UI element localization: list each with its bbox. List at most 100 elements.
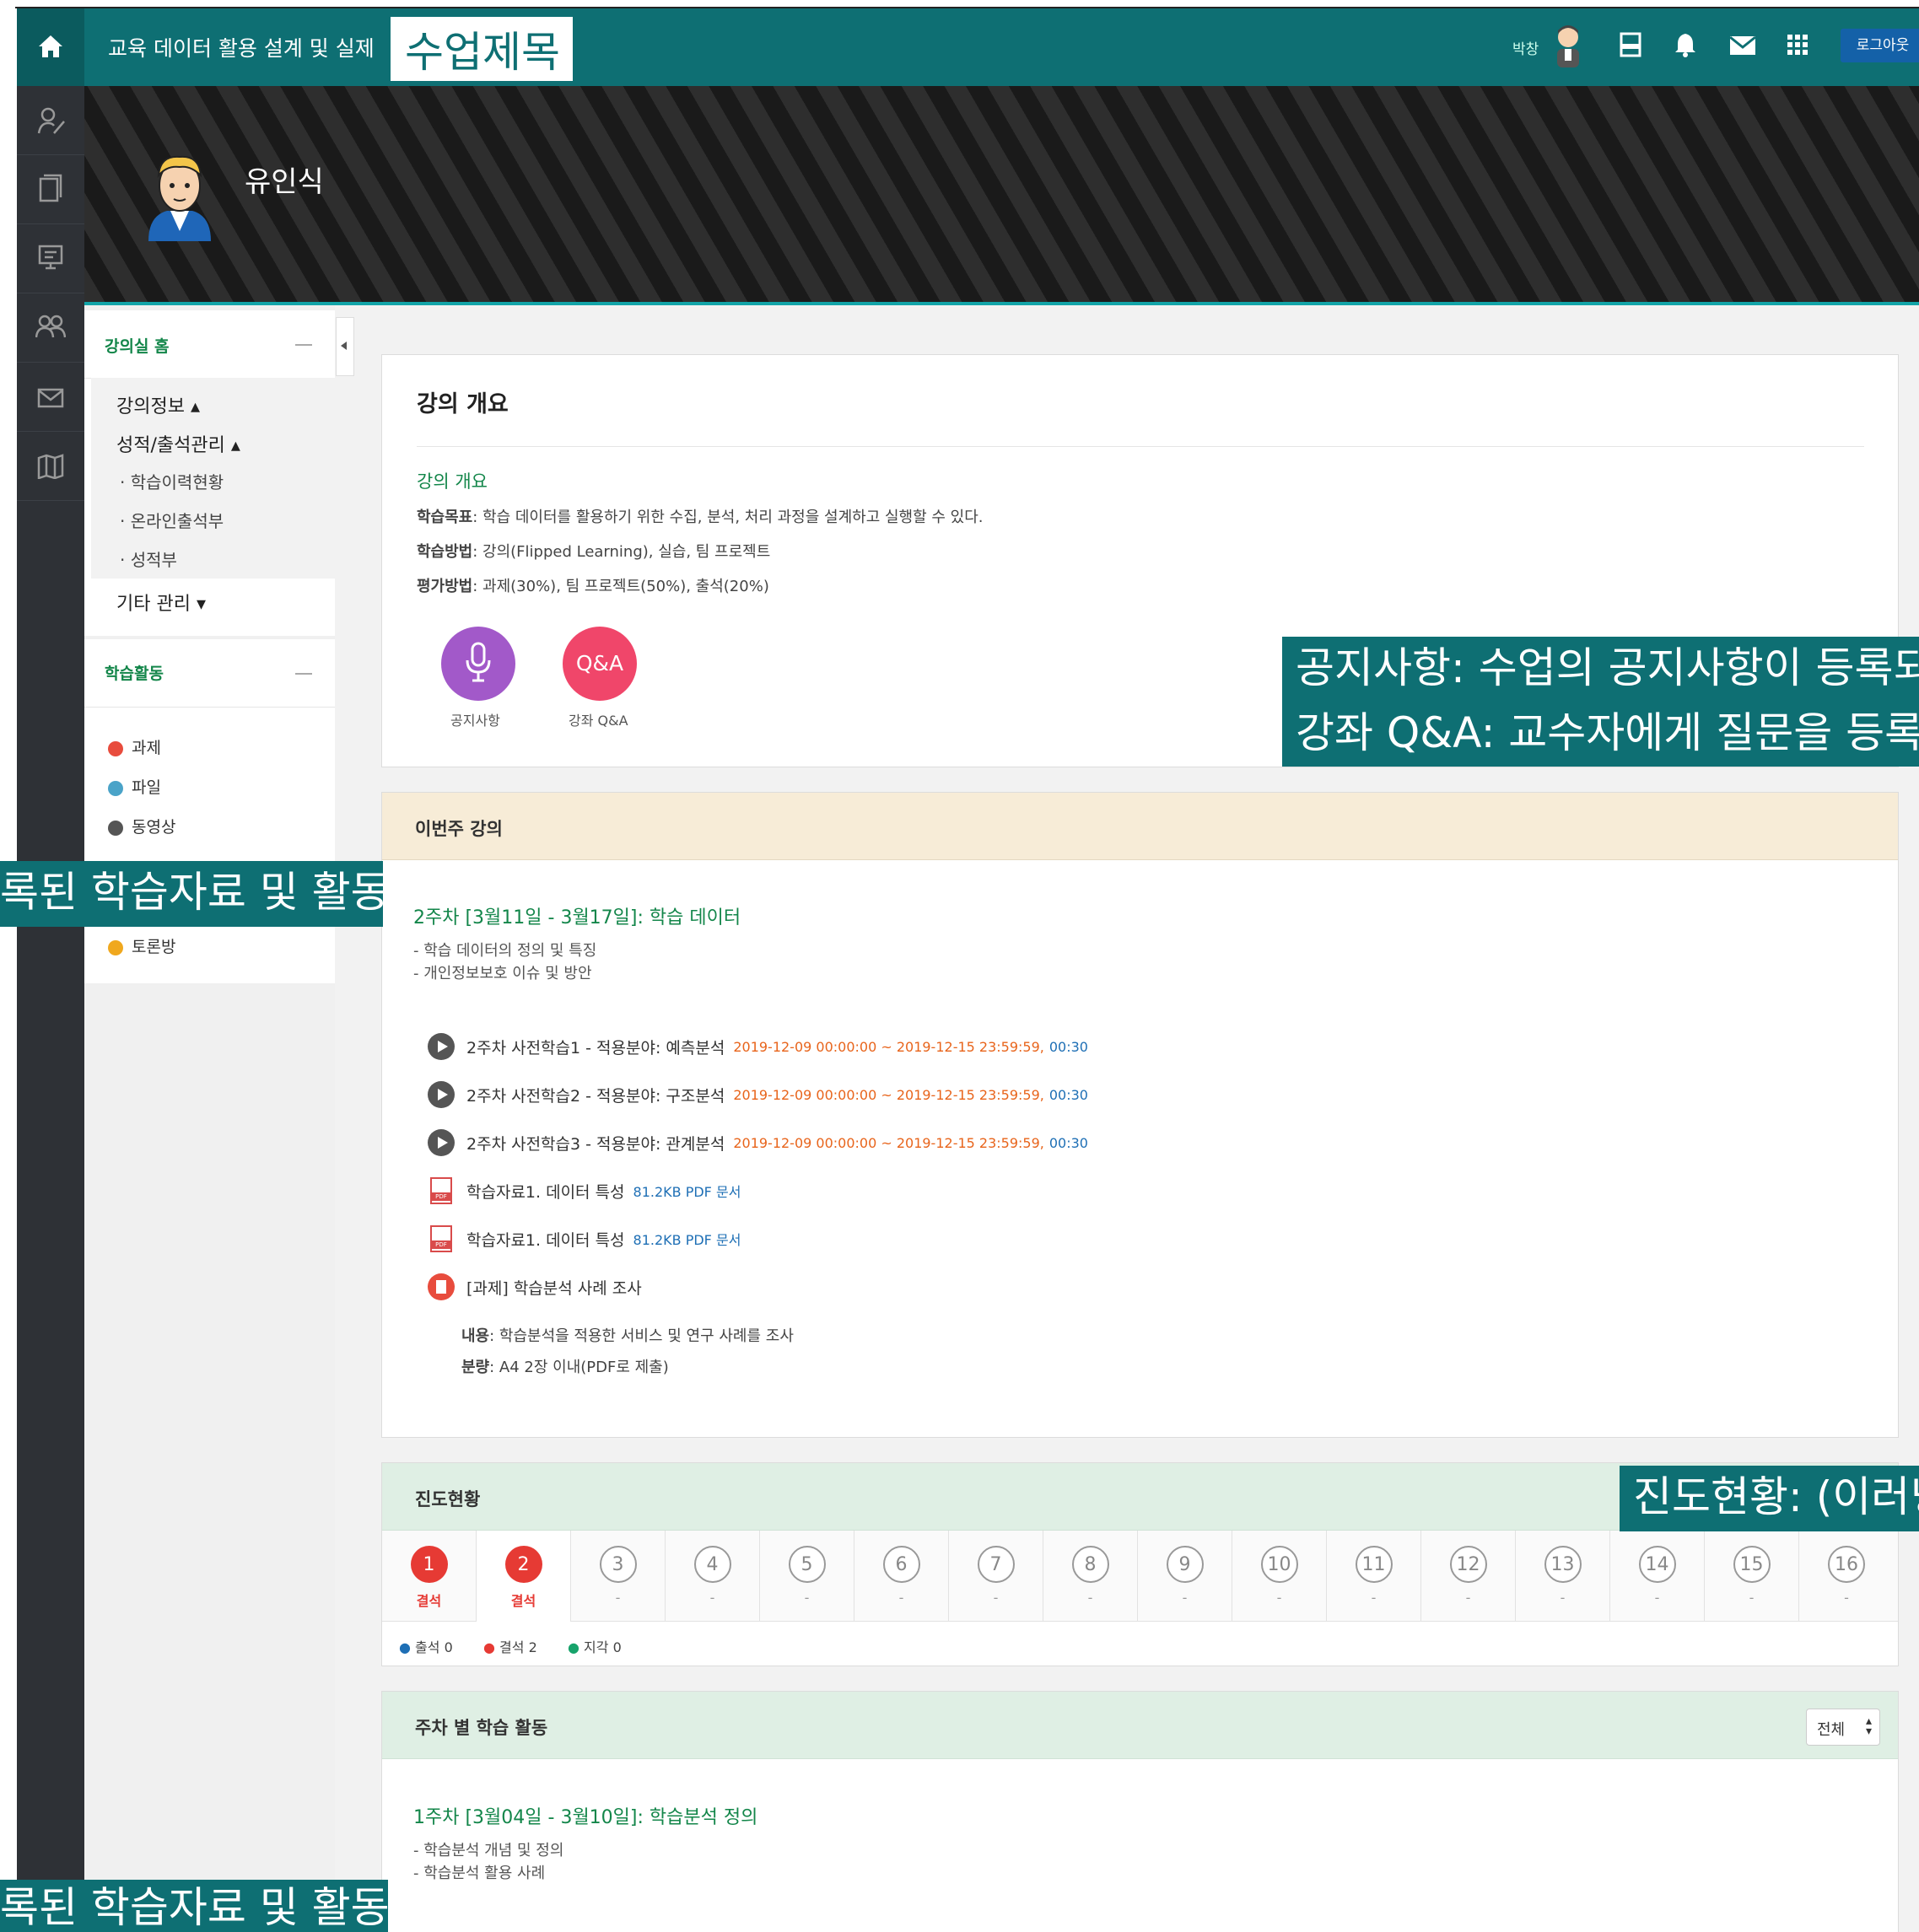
- week-filter-select[interactable]: 전체 ▴ ▾: [1806, 1709, 1880, 1746]
- rail-item-presentation[interactable]: [17, 224, 84, 293]
- activity-row[interactable]: 2주차 사전학습3 - 적용분야: 관계분석 2019-12-09 00:00:0…: [426, 1126, 1088, 1160]
- activity-row[interactable]: 2주차 사전학습2 - 적용분야: 구조분석 2019-12-09 00:00:0…: [426, 1078, 1088, 1111]
- week-cell[interactable]: 11 -: [1327, 1531, 1421, 1622]
- activity-assignment[interactable]: 과제: [108, 735, 161, 758]
- week-cell[interactable]: 6-: [854, 1531, 949, 1622]
- week-cell[interactable]: 1 결석: [382, 1531, 477, 1622]
- activity-video[interactable]: 동영상: [108, 815, 175, 837]
- week-cell[interactable]: 3-: [571, 1531, 666, 1622]
- week-cell[interactable]: 10 -: [1232, 1531, 1327, 1622]
- activity-file[interactable]: 파일: [108, 775, 161, 798]
- amount-key: 분량: [461, 1359, 490, 1376]
- progress-header: 진도현황: [415, 1489, 481, 1510]
- rail-item-book[interactable]: [17, 155, 84, 224]
- bell-icon[interactable]: [1674, 32, 1697, 57]
- week-cell[interactable]: 7-: [949, 1531, 1043, 1622]
- weekly-activity-card: 주차 별 학습 활동 전체 ▴ ▾ 1주차 [3월04일 - 3월10일]: 학습…: [381, 1691, 1899, 1932]
- legend-absent-text: 결석 2: [499, 1639, 537, 1655]
- file-info: 81.2KB PDF 문서: [633, 1184, 741, 1200]
- week-status: -: [1749, 1590, 1755, 1606]
- course-home-link[interactable]: 강의실 홈: [105, 334, 170, 357]
- week-cell[interactable]: 13 -: [1516, 1531, 1610, 1622]
- content-value: : 학습분석을 적용한 서비스 및 연구 사례를 조사: [489, 1327, 794, 1345]
- week-status: -: [709, 1590, 715, 1606]
- professor-avatar: [148, 155, 211, 241]
- week1-title[interactable]: 1주차 [3월04일 - 3월10일]: 학습분석 정의: [413, 1802, 757, 1829]
- activity-label: 파일: [132, 778, 161, 797]
- home-button[interactable]: [17, 8, 84, 86]
- activity-name: 2주차 사전학습1 - 적용분야: 예측분석: [466, 1038, 725, 1057]
- annotation-notice: 공지사항: 수업의 공지사항이 등록되: [1282, 637, 1919, 699]
- menu-item-learning-history[interactable]: · 학습이력현황: [120, 469, 224, 493]
- course-name[interactable]: 교육 데이터 활용 설계 및 실제: [108, 32, 375, 62]
- week-status: -: [804, 1590, 810, 1606]
- sidebar-toggle-button[interactable]: [336, 317, 354, 376]
- this-week-title[interactable]: 2주차 [3월11일 - 3월17일]: 학습 데이터: [413, 902, 741, 929]
- menu-item-etc-management[interactable]: 기타 관리 ▾: [116, 589, 206, 616]
- apps-grid-icon[interactable]: [1787, 34, 1808, 56]
- menu-item-course-info[interactable]: 강의정보 ▴: [116, 391, 200, 418]
- layout-icon[interactable]: [1620, 32, 1641, 57]
- week-cell[interactable]: 16 -: [1799, 1531, 1894, 1622]
- activity-label: 토론방: [132, 938, 176, 956]
- method-value: : 강의(Flipped Learning), 실습, 팀 프로젝트: [472, 543, 771, 561]
- mail-icon[interactable]: [1729, 35, 1756, 56]
- week-cell[interactable]: 9-: [1138, 1531, 1232, 1622]
- legend-absent: ● 결석 2: [483, 1636, 537, 1656]
- week-cell[interactable]: 8-: [1043, 1531, 1138, 1622]
- this-week-desc-1: - 학습 데이터의 정의 및 특징: [413, 942, 597, 960]
- goal-value: : 학습 데이터를 활용하기 위한 수집, 분석, 처리 과정을 설계하고 실행…: [472, 509, 984, 526]
- qa-label[interactable]: 강좌 Q&A: [569, 709, 628, 729]
- week-cell[interactable]: 2 결석: [477, 1531, 571, 1622]
- activity-row[interactable]: 학습자료1. 데이터 특성 81.2KB PDF 문서: [426, 1174, 741, 1208]
- week-status: -: [1465, 1590, 1471, 1606]
- week-number: 6: [882, 1546, 920, 1583]
- weekly-header-bar: [382, 1692, 1898, 1759]
- home-icon: [39, 35, 62, 57]
- absent-dot-icon: ●: [483, 1639, 500, 1655]
- logout-button[interactable]: 로그아웃: [1841, 29, 1919, 62]
- activity-row[interactable]: 2주차 사전학습1 - 적용분야: 예측분석 2019-12-09 00:00:0…: [426, 1030, 1088, 1063]
- annotation-bottom: 록된 학습자료 및 활동: [0, 1880, 388, 1932]
- collapse-menu-button[interactable]: [295, 344, 312, 346]
- book-icon: [39, 174, 62, 202]
- learning-method: 학습방법: 강의(Flipped Learning), 실습, 팀 프로젝트: [417, 540, 770, 562]
- this-week-header-bar: [382, 793, 1898, 860]
- week-cell[interactable]: 14 -: [1610, 1531, 1705, 1622]
- activities-title: 학습활동: [105, 665, 164, 683]
- pdf-file-icon: [430, 1225, 452, 1252]
- user-name[interactable]: 박창: [1512, 37, 1539, 58]
- logout-label: 로그아웃: [1856, 37, 1910, 54]
- this-week-desc-2: - 개인정보보호 이슈 및 방안: [413, 965, 592, 982]
- week-cell[interactable]: 5-: [760, 1531, 854, 1622]
- activity-row[interactable]: 학습자료1. 데이터 특성 81.2KB PDF 문서: [426, 1222, 741, 1256]
- week-status: -: [1371, 1590, 1377, 1606]
- user-avatar[interactable]: [1549, 22, 1587, 69]
- week-number: 9: [1166, 1546, 1204, 1583]
- rail-item-mail[interactable]: [17, 363, 84, 432]
- qa-icon: Q&A: [575, 651, 624, 675]
- menu-item-online-attendance[interactable]: · 온라인출석부: [120, 508, 224, 532]
- rail-item-users[interactable]: [17, 293, 84, 363]
- rail-item-profile[interactable]: [17, 86, 84, 155]
- legend-late-text: 지각 0: [584, 1639, 622, 1655]
- week-number: 1: [410, 1546, 448, 1583]
- collapse-activities-button[interactable]: [295, 673, 312, 675]
- week-cell[interactable]: 12 -: [1421, 1531, 1516, 1622]
- presentation-icon: [38, 245, 63, 270]
- qa-button[interactable]: Q&A: [563, 627, 637, 701]
- notice-button[interactable]: [441, 627, 515, 701]
- menu-item-grades-attendance[interactable]: 성적/출석관리 ▴: [116, 430, 240, 457]
- annotation-progress: 진도현황: (이러닝: [1620, 1466, 1919, 1531]
- week-number: 15: [1733, 1546, 1771, 1583]
- activity-discussion[interactable]: 토론방: [108, 934, 175, 957]
- assignment-amount: 분량: A4 2장 이내(PDF로 제출): [461, 1355, 669, 1377]
- menu-item-gradebook[interactable]: · 성적부: [120, 546, 177, 571]
- week-cell[interactable]: 4-: [666, 1531, 760, 1622]
- activity-row[interactable]: [과제] 학습분석 사례 조사: [426, 1270, 642, 1304]
- notice-label[interactable]: 공지사항: [450, 709, 500, 729]
- rail-item-map[interactable]: [17, 432, 84, 501]
- week-cell[interactable]: 15 -: [1705, 1531, 1799, 1622]
- select-arrows-icon: ▴ ▾: [1866, 1714, 1873, 1738]
- activity-duration: 00:30: [1048, 1086, 1088, 1103]
